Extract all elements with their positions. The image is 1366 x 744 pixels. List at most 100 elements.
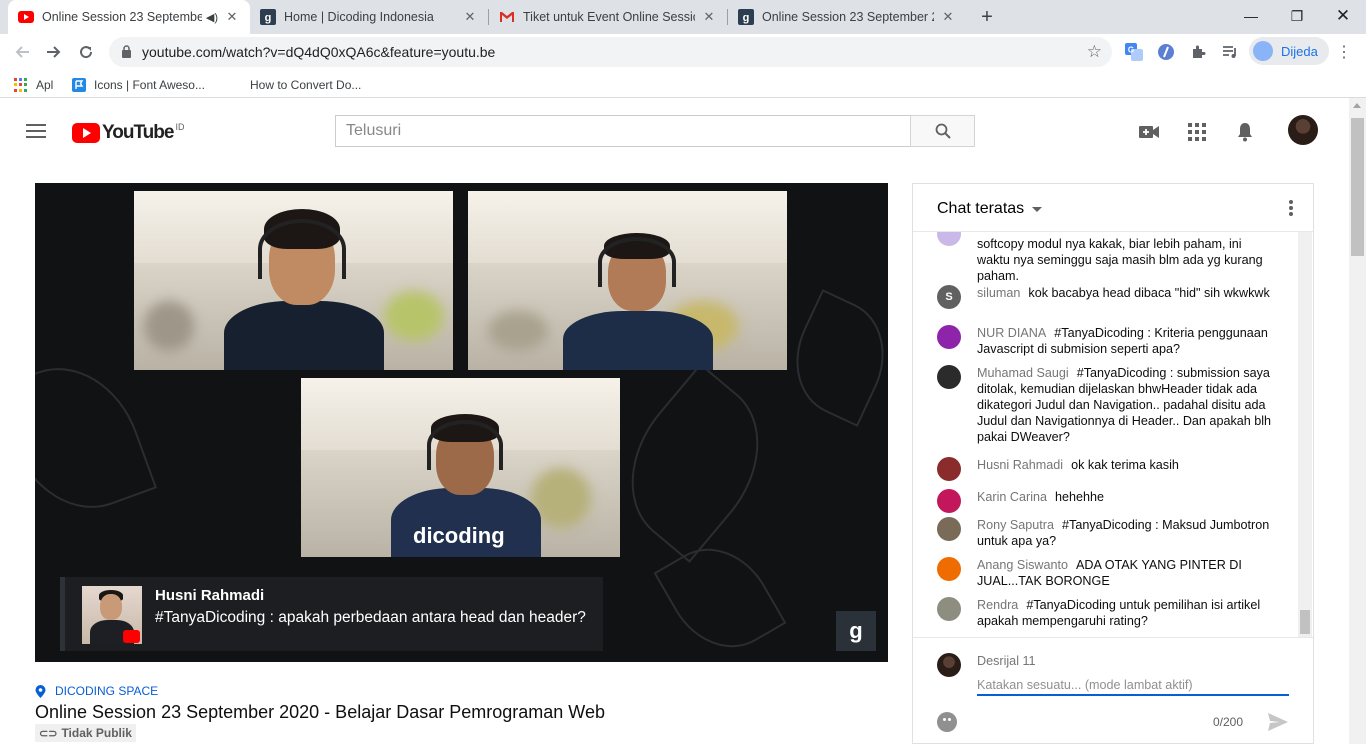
tab-title: Tiket untuk Event Online Session (523, 10, 695, 24)
reload-icon (80, 46, 93, 59)
page-scrollbar-thumb[interactable] (1351, 118, 1364, 256)
tab-youtube-session[interactable]: Online Session 23 September 2020 ◀) ✕ (8, 0, 250, 34)
search-box (335, 115, 911, 147)
tab-dicoding-home[interactable]: g Home | Dicoding Indonesia ✕ (250, 0, 488, 34)
dicoding-icon: g (738, 9, 754, 25)
chat-message: S siluman kok bacabya head dibaca "hid" s… (937, 285, 1277, 309)
privacy-label: Tidak Publik (61, 726, 132, 740)
bookmark-how-to-convert[interactable]: How to Convert Do... (250, 76, 361, 94)
chat-mode-label: Chat teratas (937, 200, 1025, 217)
author-name[interactable]: Muhamad Saugi (977, 366, 1069, 380)
bookmark-star-icon[interactable]: ☆ (1087, 42, 1102, 62)
page-scrollbar[interactable] (1349, 98, 1366, 744)
search-button[interactable] (910, 115, 975, 147)
video-feed-host-1 (134, 191, 453, 370)
back-button[interactable] (8, 38, 36, 66)
lower-third-overlay: Husni Rahmadi #TanyaDicoding : apakah pe… (60, 577, 603, 651)
author-name[interactable]: NUR DIANA (977, 326, 1046, 340)
close-tab-icon[interactable]: ✕ (224, 9, 240, 25)
apps-grid-icon[interactable] (1185, 120, 1209, 144)
author-avatar (937, 557, 961, 581)
tab-gmail-ticket[interactable]: Tiket untuk Event Online Session ✕ (489, 0, 727, 34)
channel-link[interactable]: DICODING SPACE (55, 684, 158, 698)
new-tab-button[interactable]: + (975, 5, 999, 29)
message-text: #TanyaDicoding untuk pemilihan isi artik… (977, 598, 1261, 628)
chat-message-list[interactable]: softcopy modul nya kakak, biar lebih pah… (913, 232, 1301, 637)
translate-icon[interactable]: G (1124, 42, 1144, 62)
svg-text:G: G (1128, 46, 1134, 55)
bookmarks-bar: Apl Icons | Font Aweso... How to Convert… (0, 71, 1366, 98)
character-counter: 0/200 (1213, 715, 1244, 729)
author-name[interactable]: Rendra (977, 598, 1018, 612)
chat-scrollbar-thumb[interactable] (1300, 610, 1310, 634)
chat-message: NUR DIANA #TanyaDicoding : Kriteria pengg… (937, 325, 1277, 357)
emoji-icon[interactable] (937, 712, 957, 732)
chat-message: Muhamad Saugi #TanyaDicoding : submission… (937, 365, 1277, 445)
close-tab-icon[interactable]: ✕ (462, 9, 478, 25)
extensions-puzzle-icon[interactable] (1188, 42, 1208, 62)
restore-button[interactable]: ❐ (1274, 0, 1320, 32)
account-avatar[interactable] (1288, 115, 1318, 145)
media-queue-icon[interactable] (1220, 42, 1240, 62)
reload-button[interactable] (72, 38, 100, 66)
message-text: softcopy modul nya kakak, biar lebih pah… (977, 237, 1263, 283)
gmail-icon (499, 9, 515, 25)
youtube-logo[interactable]: YouTube ID (72, 122, 184, 144)
chat-message-input[interactable] (977, 676, 1289, 696)
author-name[interactable]: siluman (977, 286, 1020, 300)
tab-title: Home | Dicoding Indonesia (284, 10, 434, 24)
message-text: hehehhe (1055, 490, 1105, 504)
author-avatar (937, 489, 961, 513)
chat-message: softcopy modul nya kakak, biar lebih pah… (937, 232, 1277, 284)
author-avatar (937, 232, 961, 246)
close-tab-icon[interactable]: ✕ (940, 9, 956, 25)
youtube-play-icon (72, 123, 100, 143)
video-feed-host-2 (468, 191, 787, 370)
profile-button[interactable]: Dijeda (1249, 37, 1329, 65)
guide-menu-icon[interactable] (26, 124, 46, 138)
privacy-badge: ⊂⊃ Tidak Publik (35, 724, 136, 742)
background-leaf-decoration (35, 347, 158, 529)
search-input[interactable] (336, 116, 911, 146)
author-name[interactable]: Rony Saputra (977, 518, 1054, 532)
scroll-up-arrow-icon[interactable] (1353, 103, 1361, 108)
bookmark-font-awesome[interactable]: Icons | Font Aweso... (72, 76, 205, 94)
tab-title: Online Session 23 September 2020 (762, 10, 934, 24)
caret-down-icon (1032, 206, 1043, 212)
close-window-button[interactable]: ✕ (1320, 0, 1366, 32)
bookmark-apps[interactable]: Apl (14, 76, 53, 94)
send-icon[interactable] (1267, 712, 1289, 732)
address-bar[interactable]: youtube.com/watch?v=dQ4dQ0xQA6c&feature=… (109, 37, 1112, 67)
dicoding-icon: g (260, 9, 276, 25)
message-text: ok kak terima kasih (1071, 458, 1179, 472)
extension-compass-icon[interactable] (1156, 42, 1176, 62)
video-feed-host-3: dicoding (301, 378, 620, 557)
lock-icon (122, 45, 131, 58)
more-vertical-icon[interactable] (1289, 200, 1293, 216)
author-name[interactable]: Anang Siswanto (977, 558, 1068, 572)
tab-dicoding-session[interactable]: g Online Session 23 September 2020 ✕ (728, 0, 966, 34)
youtube-wordmark: YouTube (102, 122, 174, 143)
arrow-left-icon (15, 46, 29, 58)
chat-scrollbar[interactable] (1298, 232, 1312, 637)
chrome-menu-icon[interactable]: ⋮ (1336, 42, 1352, 62)
search-icon (935, 123, 951, 139)
chat-message: Rony Saputra #TanyaDicoding : Maksud Jumb… (937, 517, 1277, 549)
tab-title: Online Session 23 September 2020 (42, 10, 202, 24)
url-text: youtube.com/watch?v=dQ4dQ0xQA6c&feature=… (142, 44, 496, 60)
close-tab-icon[interactable]: ✕ (701, 9, 717, 25)
notifications-bell-icon[interactable] (1233, 120, 1257, 144)
minimize-button[interactable]: — (1228, 0, 1274, 32)
channel-row: DICODING SPACE (35, 684, 158, 698)
video-player[interactable]: dicoding Husni Rahmadi #TanyaDicoding : … (35, 183, 888, 662)
chat-mode-dropdown[interactable]: Chat teratas (937, 200, 1043, 218)
apps-grid-icon (14, 78, 28, 92)
create-video-icon[interactable] (1137, 120, 1161, 144)
speaker-icon[interactable]: ◀) (206, 11, 218, 24)
forward-button[interactable] (40, 38, 68, 66)
author-name[interactable]: Karin Carina (977, 490, 1047, 504)
author-avatar (937, 597, 961, 621)
author-name[interactable]: Husni Rahmadi (977, 458, 1063, 472)
browser-toolbar: youtube.com/watch?v=dQ4dQ0xQA6c&feature=… (0, 34, 1366, 71)
viewer-avatar (82, 586, 142, 644)
